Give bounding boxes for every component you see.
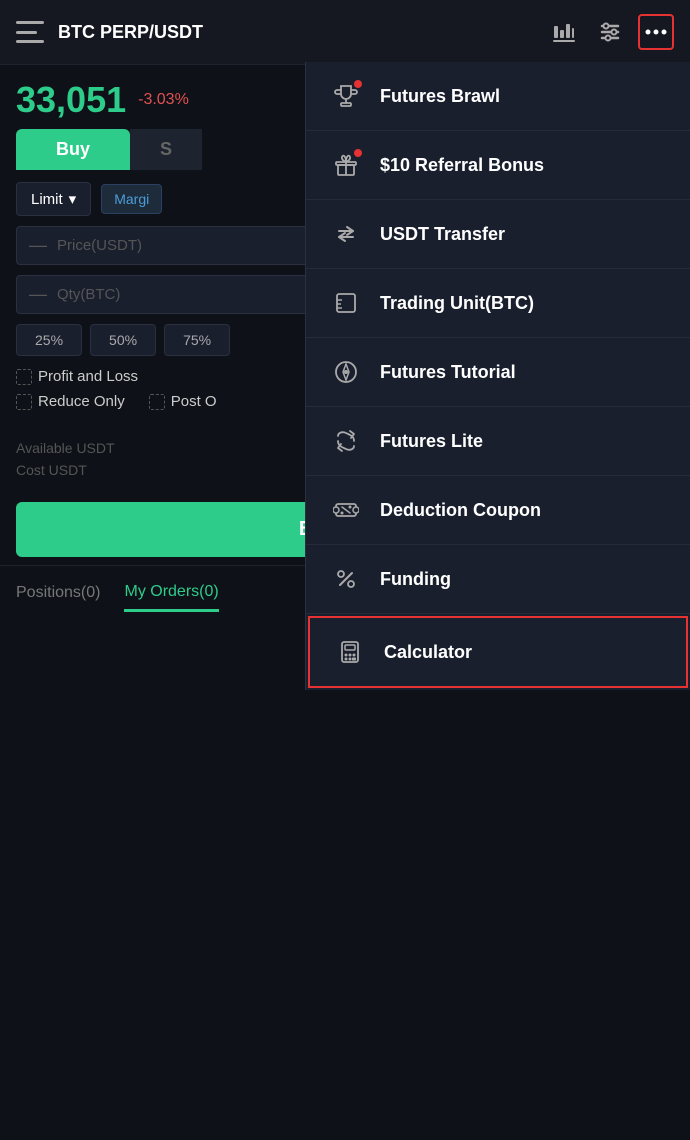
dropdown-arrow: ▾	[69, 190, 77, 208]
referral-bonus-label: $10 Referral Bonus	[380, 155, 544, 176]
usdt-transfer-icon	[330, 218, 362, 250]
referral-bonus-icon	[330, 149, 362, 181]
futures-tutorial-icon	[330, 356, 362, 388]
funding-label: Funding	[380, 569, 451, 590]
dropdown-item-referral-bonus[interactable]: $10 Referral Bonus	[306, 131, 690, 200]
profit-loss-checkbox-item[interactable]: Profit and Loss	[16, 368, 138, 385]
trading-unit-label: Trading Unit(BTC)	[380, 293, 534, 314]
pct-75-btn[interactable]: 75%	[164, 324, 230, 356]
header-title: BTC PERP/USDT	[58, 22, 546, 43]
qty-label: Qty(BTC)	[57, 286, 120, 303]
order-type-dropdown[interactable]: Limit ▾	[16, 182, 91, 216]
futures-brawl-label: Futures Brawl	[380, 86, 500, 107]
order-type-label: Limit	[31, 191, 63, 208]
pct-25-btn[interactable]: 25%	[16, 324, 82, 356]
sell-tab[interactable]: S	[130, 129, 202, 170]
chart-icon-btn[interactable]	[546, 14, 582, 50]
margin-badge[interactable]: Margi	[101, 184, 162, 214]
dropdown-item-futures-brawl[interactable]: Futures Brawl	[306, 62, 690, 131]
futures-lite-icon	[330, 425, 362, 457]
price-label: Price(USDT)	[57, 237, 142, 254]
positions-tab[interactable]: Positions(0)	[16, 584, 100, 610]
price-change: -3.03%	[138, 91, 189, 109]
deduction-coupon-icon	[330, 494, 362, 526]
profit-loss-label: Profit and Loss	[38, 368, 138, 385]
header-icons	[546, 14, 674, 50]
dropdown-item-usdt-transfer[interactable]: USDT Transfer	[306, 200, 690, 269]
dropdown-item-trading-unit[interactable]: Trading Unit(BTC)	[306, 269, 690, 338]
pct-50-btn[interactable]: 50%	[90, 324, 156, 356]
price-minus: —	[29, 235, 47, 256]
settings-icon-btn[interactable]	[592, 14, 628, 50]
calculator-label: Calculator	[384, 642, 472, 663]
trading-unit-icon	[330, 287, 362, 319]
dropdown-menu: Futures Brawl $10 Referral Bonus USDT Tran…	[305, 62, 690, 690]
more-icon-btn[interactable]	[638, 14, 674, 50]
dropdown-item-funding[interactable]: Funding	[306, 545, 690, 614]
price-value: 33,051	[16, 79, 126, 121]
my-orders-tab[interactable]: My Orders(0)	[124, 583, 218, 612]
reduce-only-label: Reduce Only	[38, 393, 125, 410]
funding-icon	[330, 563, 362, 595]
dropdown-item-futures-tutorial[interactable]: Futures Tutorial	[306, 338, 690, 407]
deduction-coupon-label: Deduction Coupon	[380, 500, 541, 521]
usdt-transfer-label: USDT Transfer	[380, 224, 505, 245]
dropdown-item-deduction-coupon[interactable]: Deduction Coupon	[306, 476, 690, 545]
dropdown-item-calculator[interactable]: Calculator	[308, 616, 688, 688]
qty-minus: —	[29, 284, 47, 305]
reduce-only-checkbox[interactable]	[16, 394, 32, 410]
post-only-checkbox[interactable]	[149, 394, 165, 410]
futures-tutorial-label: Futures Tutorial	[380, 362, 516, 383]
header: BTC PERP/USDT	[0, 0, 690, 65]
post-only-label: Post O	[171, 393, 217, 410]
futures-lite-label: Futures Lite	[380, 431, 483, 452]
profit-loss-checkbox[interactable]	[16, 369, 32, 385]
futures-brawl-icon	[330, 80, 362, 112]
menu-icon[interactable]	[16, 21, 44, 43]
dropdown-item-futures-lite[interactable]: Futures Lite	[306, 407, 690, 476]
buy-tab[interactable]: Buy	[16, 129, 130, 170]
post-only-checkbox-item[interactable]: Post O	[149, 393, 217, 410]
reduce-only-checkbox-item[interactable]: Reduce Only	[16, 393, 125, 410]
calculator-icon	[334, 636, 366, 668]
